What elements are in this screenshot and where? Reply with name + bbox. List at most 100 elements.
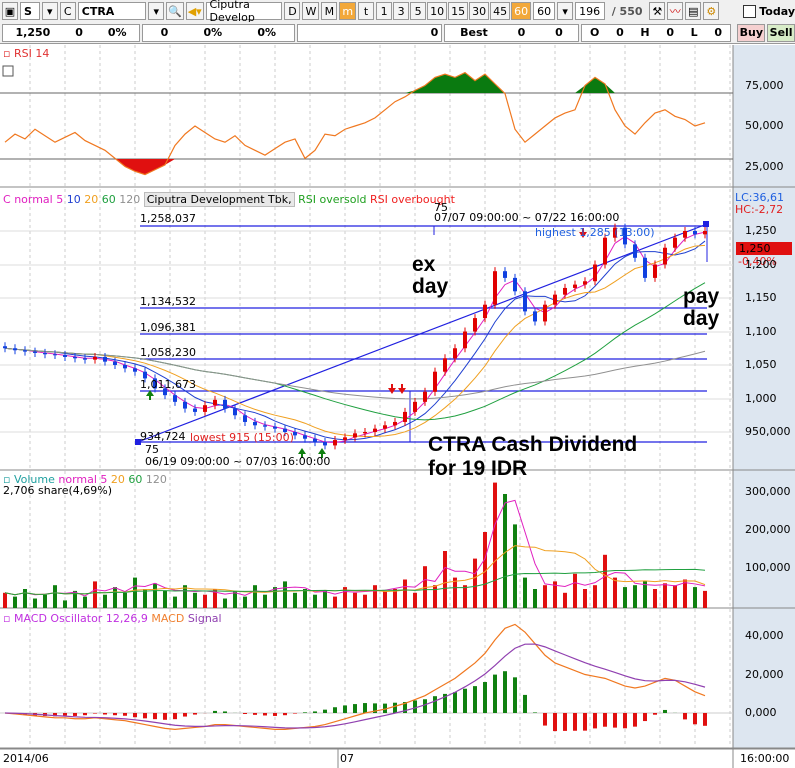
candle-body xyxy=(633,244,637,258)
minute-45[interactable]: 45 xyxy=(490,2,511,20)
tools-icon[interactable]: ⚒ xyxy=(649,2,666,20)
period-t[interactable]: t xyxy=(358,2,375,20)
price-axis-tick: 950,000 xyxy=(745,425,791,438)
candle-body xyxy=(413,401,417,412)
symbol-input[interactable]: CTRA xyxy=(77,2,147,20)
macd-oscillator-bar xyxy=(313,711,317,713)
volume-axis-tick: 300,000 xyxy=(745,485,791,498)
o-label: O xyxy=(590,26,600,39)
macd-legend: ▫ MACD Oscillator 12,26,9 MACD Signal xyxy=(3,612,222,625)
macd-oscillator-bar xyxy=(333,707,337,713)
macd-oscillator-bar xyxy=(223,711,227,713)
settings-gear-icon[interactable]: ⚙ xyxy=(703,2,720,20)
volume-bar xyxy=(333,596,337,608)
legend-ma60[interactable]: 60 xyxy=(102,193,116,206)
volume-bar xyxy=(693,587,697,608)
macd-oscillator-bar xyxy=(433,696,437,713)
macd-oscillator-bar xyxy=(603,713,607,727)
period-M[interactable]: M xyxy=(321,2,338,20)
volume-bar xyxy=(123,592,127,608)
minute-10[interactable]: 10 xyxy=(427,2,448,20)
legend-ma20[interactable]: 20 xyxy=(84,193,98,206)
hc-label: HC:-2,72 xyxy=(735,203,784,216)
candle-body xyxy=(423,391,427,402)
volume-bar xyxy=(183,585,187,608)
minute-3[interactable]: 3 xyxy=(393,2,410,20)
macd-label: MACD xyxy=(151,612,185,625)
volume-bar xyxy=(583,589,587,608)
checkbox-box[interactable] xyxy=(743,4,757,18)
candle-body xyxy=(333,440,337,446)
best-ask: 0 xyxy=(555,26,563,39)
candle-body xyxy=(673,237,677,248)
volume-bar xyxy=(313,594,317,608)
candle-body xyxy=(213,399,217,406)
candle-body xyxy=(93,356,97,360)
macd-oscillator-bar xyxy=(173,713,177,720)
macd-oscillator-bar xyxy=(123,713,127,716)
quote-bar: 1,250 0 0% 0 0% 0% 0 Best 0 0 O 0 H 0 L 0 Buy Sell xyxy=(0,22,795,44)
interval-dropdown-icon[interactable]: ▾ xyxy=(557,2,574,20)
candle-body xyxy=(503,271,507,278)
search-icon[interactable]: 🔍 xyxy=(166,2,184,20)
company-name-field[interactable]: Ciputra Develop xyxy=(205,0,283,24)
volume-bar xyxy=(153,583,157,608)
symbol-dropdown-icon[interactable]: ▾ xyxy=(148,2,165,20)
macd-oscillator-bar xyxy=(653,713,657,715)
volume-bar xyxy=(383,590,387,608)
candle-body xyxy=(393,421,397,426)
legend-company[interactable]: Ciputra Development Tbk, xyxy=(143,192,295,207)
vol-ma20: 20 xyxy=(110,473,125,486)
macd-oscillator-bar xyxy=(323,709,327,713)
macd-oscillator-bar xyxy=(553,713,557,732)
minute-15[interactable]: 15 xyxy=(448,2,469,20)
price-axis-tick: 1,200 xyxy=(745,258,777,271)
volume-bar xyxy=(543,585,547,608)
period-m[interactable]: m xyxy=(339,2,357,20)
macd-axis-tick: 0,000 xyxy=(745,706,777,719)
legend-rsi-oversold[interactable]: RSI oversold xyxy=(298,193,366,206)
buy-button[interactable]: Buy xyxy=(737,23,766,42)
minute-60[interactable]: 60 xyxy=(511,2,532,20)
legend-ma10[interactable]: 10 xyxy=(67,193,81,206)
price-axis-tick: 1,100 xyxy=(745,325,777,338)
best-bid: 0 xyxy=(517,26,526,39)
macd-oscillator-bar xyxy=(633,713,637,727)
volume-bar xyxy=(673,585,677,608)
interval-select[interactable]: 60 xyxy=(533,2,556,20)
market-select[interactable]: S xyxy=(20,2,40,20)
signal-label: Signal xyxy=(187,612,222,625)
candle-body xyxy=(573,284,577,288)
candle-body xyxy=(203,405,207,412)
rsi-axis-tick: 25,000 xyxy=(745,160,784,173)
period-D[interactable]: D xyxy=(284,2,301,20)
candle-body xyxy=(703,231,707,235)
minute-5[interactable]: 5 xyxy=(410,2,427,20)
indicator-icon[interactable]: 〰 xyxy=(667,2,684,20)
chart-canvas[interactable] xyxy=(0,0,795,768)
volume-pct2: 0% xyxy=(257,26,277,39)
macd-oscillator-bar xyxy=(523,694,527,713)
level-label-3: 1,096,381 xyxy=(140,321,196,334)
speaker-icon[interactable]: ◀▾ xyxy=(185,2,204,20)
minute-1[interactable]: 1 xyxy=(376,2,393,20)
today-checkbox[interactable]: Today xyxy=(743,4,795,18)
legend-ma120[interactable]: 120 xyxy=(119,193,140,206)
legend-normal: normal xyxy=(14,193,53,206)
volume-bar xyxy=(143,589,147,608)
type-label[interactable]: C xyxy=(59,2,76,20)
market-dropdown-icon[interactable]: ▾ xyxy=(41,2,58,20)
minute-30[interactable]: 30 xyxy=(469,2,490,20)
count-input[interactable]: 196 xyxy=(575,2,605,20)
period-W[interactable]: W xyxy=(302,2,320,20)
o-value: 0 xyxy=(616,26,624,39)
legend-ma5[interactable]: 5 xyxy=(56,193,63,206)
macd-oscillator-bar xyxy=(363,703,367,713)
macd-oscillator-bar xyxy=(583,713,587,731)
macd-oscillator-bar xyxy=(393,702,397,713)
candle-body xyxy=(363,432,367,434)
sell-button[interactable]: Sell xyxy=(767,23,795,42)
macd-oscillator-bar xyxy=(703,713,707,726)
save-chart-icon[interactable]: ▤ xyxy=(685,2,702,20)
app-icon[interactable]: ▣ xyxy=(2,2,18,20)
